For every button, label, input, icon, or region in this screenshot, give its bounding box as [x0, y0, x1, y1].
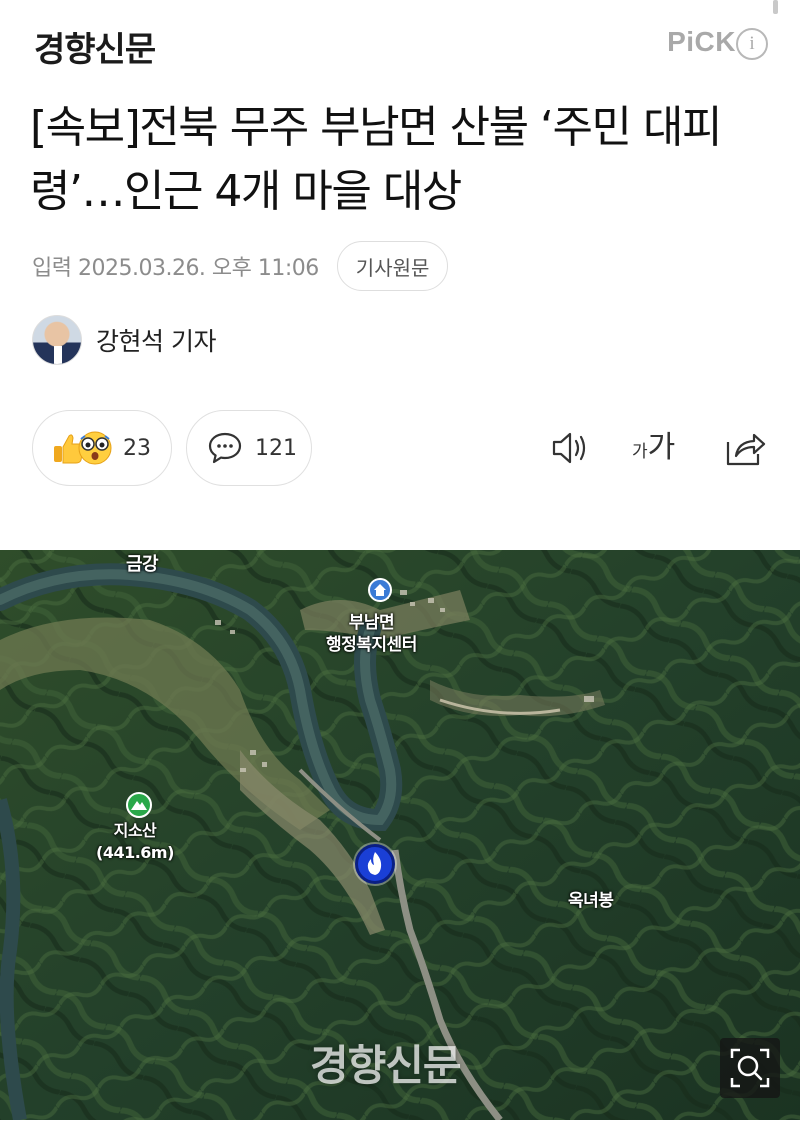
satellite-photo[interactable]: 금강 부남면 행정복지센터 지소산 (441.6m) 옥녀봉 경향신문 — [0, 550, 800, 1120]
map-label-river: 금강 — [126, 554, 159, 575]
author-avatar[interactable] — [32, 315, 82, 365]
share-icon[interactable] — [724, 428, 766, 468]
article-actions: 23 121 가가 — [32, 410, 772, 486]
map-label-office-line2: 행정복지센터 — [326, 635, 417, 655]
map-label-peak-height: (441.6m) — [96, 843, 174, 862]
map-label-peak-name: 지소산 — [113, 821, 157, 840]
photo-watermark: 경향신문 — [310, 1041, 462, 1090]
article-meta: 입력 2025.03.26. 오후 11:06 기사원문 — [32, 240, 449, 292]
comment-count: 121 — [255, 435, 297, 461]
reaction-count: 23 — [123, 435, 151, 461]
author-name[interactable]: 강현석 기자 — [96, 322, 216, 358]
home-icon — [368, 578, 392, 602]
map-label-office-line1: 부남면 — [348, 613, 395, 633]
comment-button[interactable]: 121 — [186, 410, 312, 486]
map-label-office: 부남면 행정복지센터 — [326, 612, 417, 656]
font-size-large: 가 — [647, 430, 676, 465]
surprised-face-icon — [78, 431, 112, 465]
top-bar: 경향신문 PiCK i — [0, 0, 800, 88]
zoom-search-icon[interactable] — [720, 1038, 780, 1098]
map-label-peak: 지소산 (441.6m) — [96, 820, 174, 864]
reaction-emojis — [51, 428, 119, 468]
author-row[interactable]: 강현석 기자 — [32, 314, 216, 366]
pick-label: PiCK — [667, 26, 736, 57]
font-size-small: 가 — [632, 442, 648, 462]
article-title: [속보]전북 무주 부남면 산불 ‘주민 대피령’…인근 4개 마을 대상 — [30, 102, 722, 217]
info-icon[interactable]: i — [736, 28, 768, 60]
map-label-okn: 옥녀봉 — [568, 891, 614, 911]
reaction-button[interactable]: 23 — [32, 410, 172, 486]
font-size-icon[interactable]: 가가 — [632, 428, 682, 468]
comment-bubble-icon — [208, 432, 242, 464]
scroll-indicator — [773, 0, 778, 14]
brand-logo[interactable]: 경향신문 — [34, 22, 156, 71]
speaker-icon[interactable] — [550, 428, 590, 468]
mountain-icon — [126, 792, 152, 818]
original-article-button[interactable]: 기사원문 — [336, 241, 449, 291]
publish-date: 입력 2025.03.26. 오후 11:06 — [32, 256, 319, 281]
fire-icon — [355, 844, 395, 884]
